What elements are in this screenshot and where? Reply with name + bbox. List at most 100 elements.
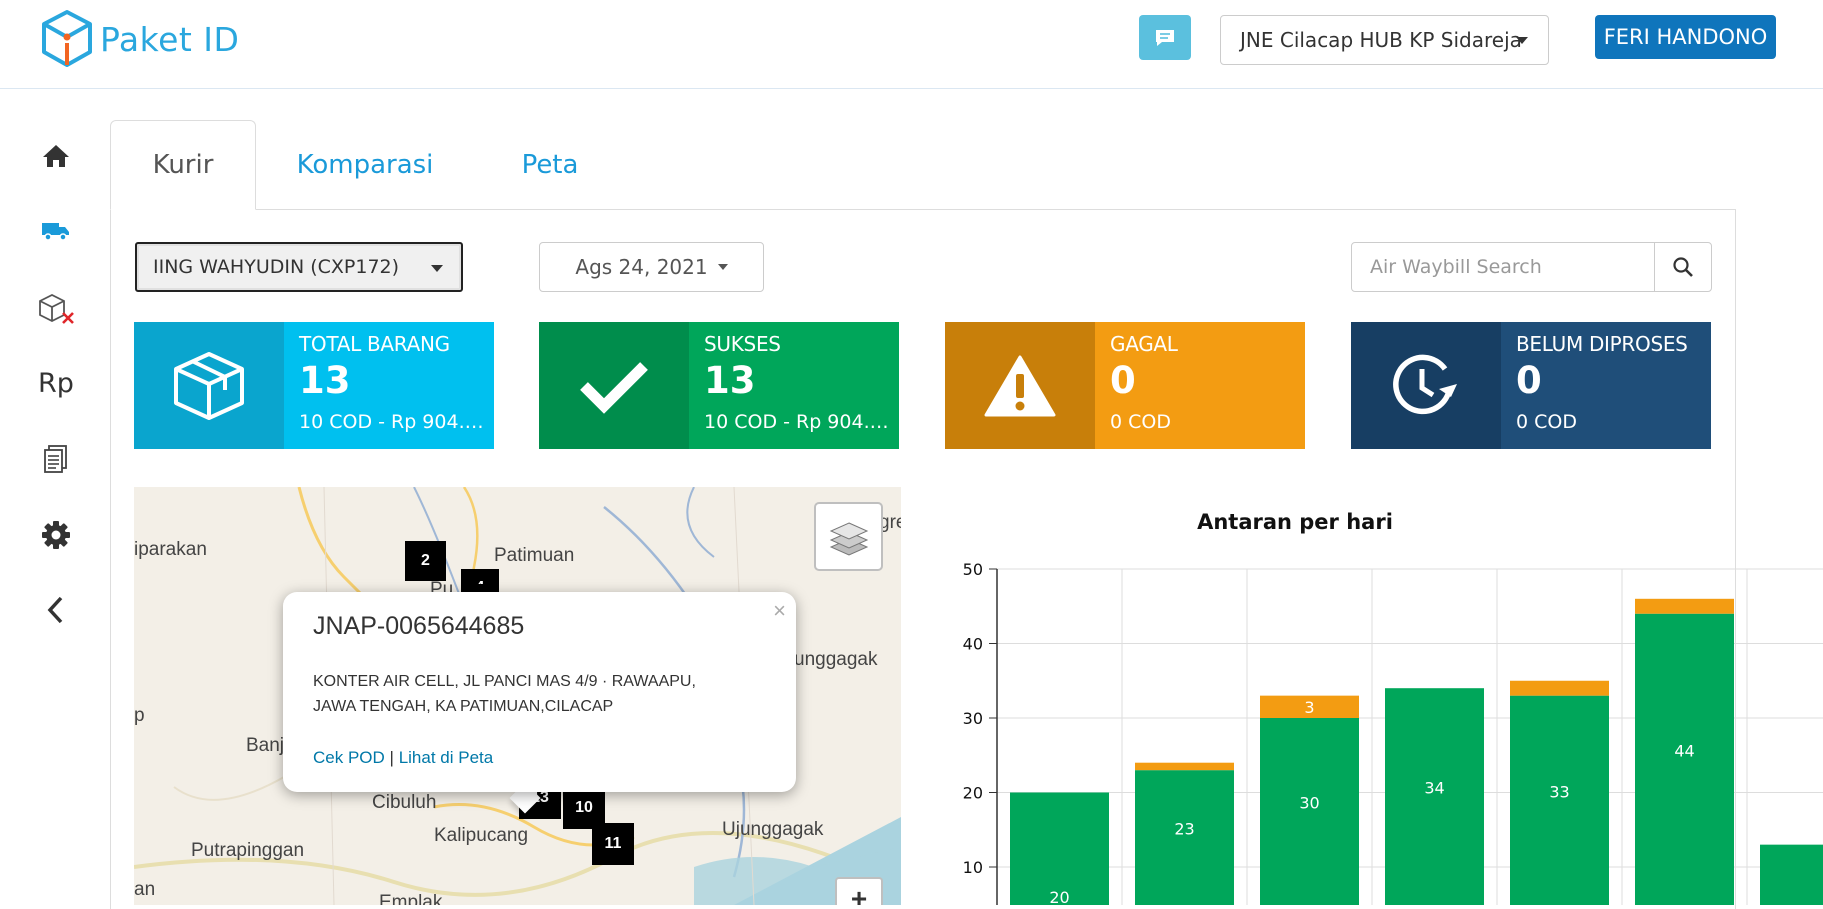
gear-icon xyxy=(42,521,70,549)
layers-icon xyxy=(829,521,868,556)
home-icon xyxy=(43,145,69,167)
logo[interactable]: Paket ID xyxy=(38,8,239,70)
user-menu-button[interactable]: FERI HANDONO xyxy=(1595,15,1776,59)
chart-bar-label: 3 xyxy=(1304,698,1314,717)
stat-sub: 10 COD - Rp 904.2... xyxy=(704,411,899,433)
stat-value: 13 xyxy=(704,359,756,402)
popup-address: KONTER AIR CELL, JL PANCI MAS 4/9 · RAWA… xyxy=(313,669,773,719)
sidebar-item-settings[interactable] xyxy=(30,513,82,557)
chat-icon xyxy=(1156,29,1174,46)
stat-sukses[interactable]: SUKSES 13 10 COD - Rp 904.2... xyxy=(539,322,899,449)
popup-address-line: JAWA TENGAH, KA PATIMUAN,CILACAP xyxy=(313,698,614,715)
truck-icon xyxy=(42,223,69,241)
stat-icon-box xyxy=(1351,322,1501,449)
chevron-down-icon xyxy=(1516,37,1528,44)
search-button[interactable] xyxy=(1653,243,1711,291)
chart-bar-label: 23 xyxy=(1174,820,1194,839)
stat-value: 13 xyxy=(299,359,351,402)
popup-address-line: KONTER AIR CELL, JL PANCI MAS 4/9 · RAWA… xyxy=(313,673,696,690)
map-place-label: iparakan xyxy=(134,539,207,560)
map-place-label: Ujunggagak xyxy=(722,819,824,840)
sidebar-collapse-button[interactable] xyxy=(30,588,82,632)
chart-y-tick-label: 10 xyxy=(963,858,983,877)
search-icon xyxy=(1673,257,1693,277)
chart-bar-label: 34 xyxy=(1424,779,1444,798)
stat-label: SUKSES xyxy=(704,332,781,356)
popup-close-button[interactable]: × xyxy=(773,598,786,624)
logo-text: Paket ID xyxy=(100,19,240,59)
rupiah-icon: Rp xyxy=(38,367,74,399)
chart-bar-label: 30 xyxy=(1299,794,1319,813)
tab-kurir[interactable]: Kurir xyxy=(110,120,256,210)
map-marker[interactable]: 11 xyxy=(592,823,634,865)
map-place-label: Putrapinggan xyxy=(191,840,305,861)
failed-package-icon xyxy=(39,293,74,324)
sidebar-item-report[interactable] xyxy=(30,437,82,481)
sidebar-item-delivery[interactable] xyxy=(30,209,82,253)
stat-belum-diproses[interactable]: BELUM DIPROSES 0 0 COD xyxy=(1351,322,1711,449)
stat-icon-box xyxy=(134,322,284,449)
delivery-chart: Antaran per hari 10 20 30 40 50 20 23 3 30 34 33 44 xyxy=(945,487,1823,907)
chart-y-tick-label: 40 xyxy=(963,635,983,654)
top-navbar: Paket ID JNE Cilacap HUB KP Sidareja FER… xyxy=(0,0,1823,89)
clock-icon xyxy=(1393,354,1457,414)
logo-box-icon xyxy=(42,10,92,67)
chevron-down-icon xyxy=(717,264,728,270)
chart-bar-label: 44 xyxy=(1674,741,1694,760)
cek-pod-link[interactable]: Cek POD xyxy=(313,748,385,767)
chevron-left-icon xyxy=(47,596,63,624)
stat-sub: 10 COD - Rp 904.2... xyxy=(299,411,494,433)
sidebar-item-finance[interactable]: Rp xyxy=(30,361,82,405)
map-place-label: Emplak xyxy=(379,892,443,905)
chart-canvas: Antaran per hari 10 20 30 40 50 20 23 3 30 34 33 44 xyxy=(963,510,1823,907)
stat-sub: 0 COD xyxy=(1516,411,1577,433)
chevron-down-icon xyxy=(431,265,443,272)
stat-total-barang[interactable]: TOTAL BARANG 13 10 COD - Rp 904.2... xyxy=(134,322,494,449)
awb-search xyxy=(1351,242,1712,292)
chart-bar-failed xyxy=(1635,598,1734,614)
map-place-label: Patimuan xyxy=(494,545,575,566)
map-layers-button[interactable] xyxy=(814,502,883,571)
date-value: Ags 24, 2021 xyxy=(575,255,708,279)
stat-label: GAGAL xyxy=(1110,332,1178,356)
stat-value: 0 xyxy=(1516,359,1542,402)
branch-select-value: JNE Cilacap HUB KP Sidareja xyxy=(1240,28,1522,52)
chart-y-tick-label: 20 xyxy=(963,784,983,803)
link-separator: | xyxy=(389,748,394,767)
sidebar-item-failed[interactable] xyxy=(30,286,82,330)
chart-bar-label: 33 xyxy=(1549,782,1569,801)
stat-value: 0 xyxy=(1110,359,1136,402)
stat-sub: 0 COD xyxy=(1110,411,1171,433)
sidebar: Rp xyxy=(0,89,110,905)
stat-label: TOTAL BARANG xyxy=(299,332,450,356)
stat-gagal[interactable]: GAGAL 0 0 COD xyxy=(945,322,1305,449)
tab-komparasi[interactable]: Komparasi xyxy=(280,120,450,210)
map-place-label: p xyxy=(134,705,145,726)
lihat-di-peta-link[interactable]: Lihat di Peta xyxy=(399,748,494,767)
warning-icon xyxy=(984,355,1056,416)
chart-bar-failed xyxy=(1135,762,1234,771)
map-place-label: an xyxy=(134,879,156,900)
delivery-map[interactable]: iparakan Patimuan Pu di unggagak p Banj … xyxy=(134,487,901,905)
popup-links: Cek POD | Lihat di Peta xyxy=(313,748,493,768)
stat-icon-box xyxy=(945,322,1095,449)
popup-awb-number: JNAP-0065644685 xyxy=(313,612,525,640)
tab-peta[interactable]: Peta xyxy=(490,120,610,210)
awb-search-input[interactable] xyxy=(1352,243,1654,291)
map-place-label: Kalipucang xyxy=(434,825,529,846)
chat-button[interactable] xyxy=(1139,15,1191,60)
chart-bar-success xyxy=(1760,844,1823,905)
package-icon xyxy=(174,351,244,420)
check-icon xyxy=(580,361,648,414)
chart-bar-label: 20 xyxy=(1049,888,1069,905)
kurir-select-value: IING WAHYUDIN (CXP172) xyxy=(153,256,400,278)
map-marker[interactable]: 2 xyxy=(405,541,446,581)
map-zoom-in-button[interactable]: + xyxy=(835,877,883,905)
kurir-select[interactable]: IING WAHYUDIN (CXP172) xyxy=(135,242,463,292)
date-picker-button[interactable]: Ags 24, 2021 xyxy=(539,242,764,292)
branch-select[interactable]: JNE Cilacap HUB KP Sidareja xyxy=(1220,15,1549,65)
map-place-label: Banj xyxy=(246,735,285,756)
map-place-label: Cibuluh xyxy=(372,792,437,813)
sidebar-item-home[interactable] xyxy=(30,134,82,178)
chart-y-tick-label: 50 xyxy=(963,560,983,579)
